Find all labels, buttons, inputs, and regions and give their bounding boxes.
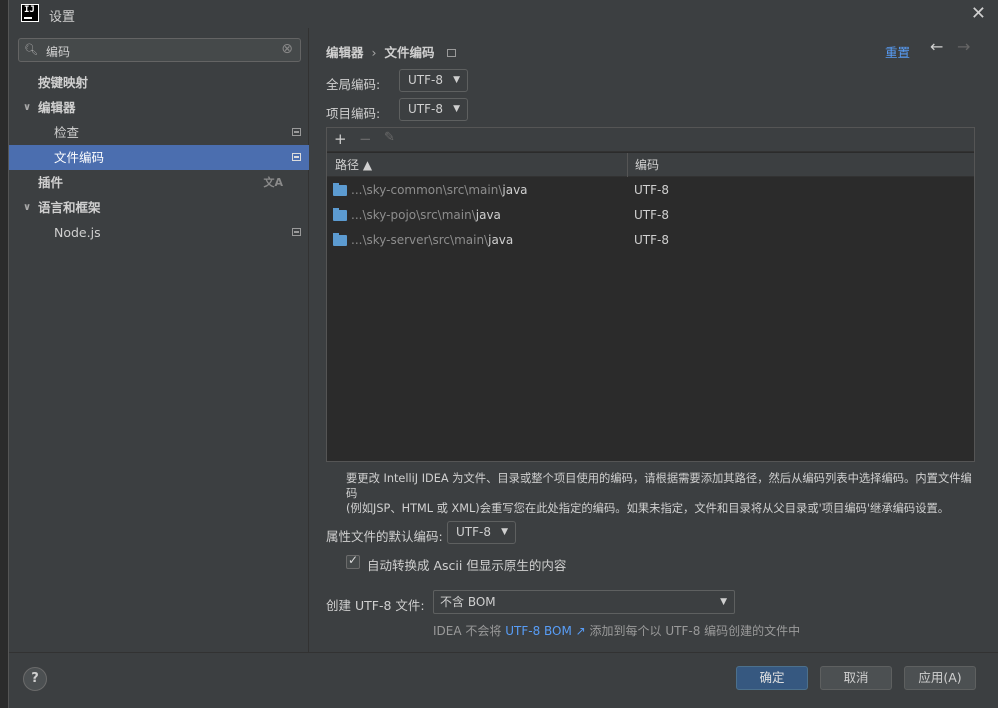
- hint-prefix: IDEA 不会将: [433, 624, 502, 638]
- sidebar-item-label: 按键映射: [38, 75, 89, 90]
- path-prefix: ...\sky-server\src\main\: [351, 233, 489, 247]
- row-path: ...\sky-common\src\main\java: [351, 178, 528, 203]
- back-arrow-icon[interactable]: ←: [930, 37, 943, 56]
- dropdown-arrow-icon: ▼: [453, 104, 460, 114]
- project-encoding-select[interactable]: UTF-8 ▼: [399, 98, 468, 121]
- edit-pencil-icon[interactable]: ✎: [384, 130, 395, 145]
- path-leaf: java: [475, 208, 501, 222]
- ok-button[interactable]: 确定: [736, 666, 808, 690]
- search-input[interactable]: 🔍︎ 编码 ⊗: [18, 38, 301, 62]
- description-line: (例如JSP、HTML 或 XML)会重写您在此处指定的编码。如果未指定，文件和…: [346, 502, 950, 515]
- sidebar-item-label: 插件: [38, 175, 64, 190]
- sidebar-item-label: 语言和框架: [38, 200, 101, 215]
- sidebar-item-languages-frameworks[interactable]: ∨ 语言和框架: [9, 195, 309, 220]
- bom-hint: IDEA 不会将 UTF-8 BOM ↗ 添加到每个以 UTF-8 编码创建的文…: [433, 622, 800, 639]
- native-to-ascii-checkbox[interactable]: [346, 553, 360, 569]
- translate-icon: 文A: [263, 176, 283, 189]
- search-icon: 🔍︎: [24, 43, 38, 56]
- description-line: 要更改 IntelliJ IDEA 为文件、目录或整个项目使用的编码，请根据需要…: [346, 472, 972, 500]
- cancel-button[interactable]: 取消: [820, 666, 892, 690]
- window-title: 设置: [49, 10, 76, 25]
- sidebar-item-label: 编辑器: [38, 100, 76, 115]
- utf8-bom-link[interactable]: UTF-8 BOM ↗: [505, 624, 585, 638]
- path-leaf: java: [488, 233, 514, 247]
- clear-search-icon[interactable]: ⊗: [281, 41, 293, 57]
- bom-label: 创建 UTF-8 文件:: [326, 598, 425, 613]
- help-button[interactable]: ?: [23, 667, 47, 691]
- sidebar-item-keymap[interactable]: 按键映射: [9, 70, 309, 95]
- add-icon[interactable]: +: [334, 130, 347, 148]
- breadcrumb-current: 文件编码: [384, 45, 435, 60]
- sidebar-item-label: 文件编码: [54, 150, 105, 165]
- path-prefix: ...\sky-common\src\main\: [351, 183, 503, 197]
- dialog-footer: ? 确定 取消 应用(A): [9, 652, 998, 708]
- search-input-value[interactable]: 编码: [46, 43, 70, 60]
- sidebar-item-inspections[interactable]: 检查: [9, 120, 309, 145]
- global-encoding-select[interactable]: UTF-8 ▼: [399, 69, 468, 92]
- global-encoding-label: 全局编码:: [326, 77, 381, 92]
- sidebar-item-label: Node.js: [54, 225, 101, 240]
- sidebar-item-plugins[interactable]: 插件 文A: [9, 170, 309, 195]
- row-path: ...\sky-pojo\src\main\java: [351, 203, 501, 228]
- path-encoding-table: + − ✎ 路径 ▲ 编码 ...\sky-common\src\main\ja…: [326, 127, 975, 462]
- project-encoding-label: 项目编码:: [326, 106, 381, 121]
- properties-encoding-select[interactable]: UTF-8 ▼: [447, 521, 516, 544]
- global-encoding-value: UTF-8: [408, 73, 443, 87]
- settings-sidebar: 🔍︎ 编码 ⊗ 按键映射 ∨ 编辑器 检查 文件编码 插件 文A ∨ 语言和框架…: [9, 28, 309, 652]
- project-scope-icon: [292, 228, 301, 236]
- folder-icon: [333, 208, 347, 221]
- forward-arrow-icon[interactable]: →: [957, 37, 970, 56]
- apply-button[interactable]: 应用(A): [904, 666, 976, 690]
- breadcrumb: 编辑器 › 文件编码: [326, 42, 456, 61]
- row-encoding[interactable]: UTF-8: [634, 228, 669, 253]
- project-scope-icon: [292, 153, 301, 161]
- sidebar-item-label: 检查: [54, 125, 80, 140]
- table-row[interactable]: ...\sky-server\src\main\java UTF-8: [327, 228, 974, 253]
- reset-link[interactable]: 重置: [885, 42, 910, 61]
- sidebar-item-editor[interactable]: ∨ 编辑器: [9, 95, 309, 120]
- project-scope-icon: [446, 49, 456, 57]
- project-encoding-value: UTF-8: [408, 102, 443, 116]
- breadcrumb-separator: ›: [371, 45, 377, 60]
- table-toolbar: + − ✎: [327, 128, 974, 152]
- path-leaf: java: [502, 183, 528, 197]
- column-header-path[interactable]: 路径 ▲: [327, 153, 372, 177]
- chevron-down-icon[interactable]: ∨: [23, 95, 31, 120]
- table-header: 路径 ▲ 编码: [327, 153, 974, 177]
- folder-icon: [333, 183, 347, 196]
- encoding-description: 要更改 IntelliJ IDEA 为文件、目录或整个项目使用的编码，请根据需要…: [346, 471, 976, 516]
- row-encoding[interactable]: UTF-8: [634, 178, 669, 203]
- properties-encoding-label: 属性文件的默认编码:: [326, 529, 443, 544]
- settings-content: 编辑器 › 文件编码 重置 ← → 全局编码: UTF-8 ▼ 项目编码: UTF-…: [310, 28, 998, 652]
- column-header-encoding[interactable]: 编码: [627, 153, 659, 177]
- native-to-ascii-label[interactable]: 自动转换成 Ascii 但显示原生的内容: [367, 555, 566, 574]
- project-scope-icon: [292, 128, 301, 136]
- remove-icon[interactable]: −: [359, 130, 372, 148]
- properties-encoding-value: UTF-8: [456, 525, 491, 539]
- title-bar: IJ 设置 ✕: [9, 0, 998, 28]
- row-path: ...\sky-server\src\main\java: [351, 228, 513, 253]
- chevron-down-icon[interactable]: ∨: [23, 195, 31, 220]
- table-row[interactable]: ...\sky-common\src\main\java UTF-8: [327, 178, 974, 203]
- bom-select[interactable]: 不含 BOM ▼: [433, 590, 735, 614]
- sidebar-item-file-encodings[interactable]: 文件编码: [9, 145, 309, 170]
- table-row[interactable]: ...\sky-pojo\src\main\java UTF-8: [327, 203, 974, 228]
- settings-dialog: IJ 设置 ✕ 🔍︎ 编码 ⊗ 按键映射 ∨ 编辑器 检查 文件编码 插件 文A: [8, 0, 998, 708]
- row-encoding[interactable]: UTF-8: [634, 203, 669, 228]
- sidebar-item-nodejs[interactable]: Node.js: [9, 220, 309, 245]
- dropdown-arrow-icon: ▼: [501, 527, 508, 537]
- breadcrumb-parent[interactable]: 编辑器: [326, 45, 364, 60]
- close-icon[interactable]: ✕: [971, 3, 986, 24]
- hint-suffix: 添加到每个以 UTF-8 编码创建的文件中: [589, 624, 801, 638]
- folder-icon: [333, 233, 347, 246]
- dropdown-arrow-icon: ▼: [720, 597, 727, 607]
- dropdown-arrow-icon: ▼: [453, 75, 460, 85]
- intellij-app-icon: IJ: [21, 4, 39, 22]
- path-prefix: ...\sky-pojo\src\main\: [351, 208, 476, 222]
- bom-value: 不含 BOM: [440, 595, 496, 609]
